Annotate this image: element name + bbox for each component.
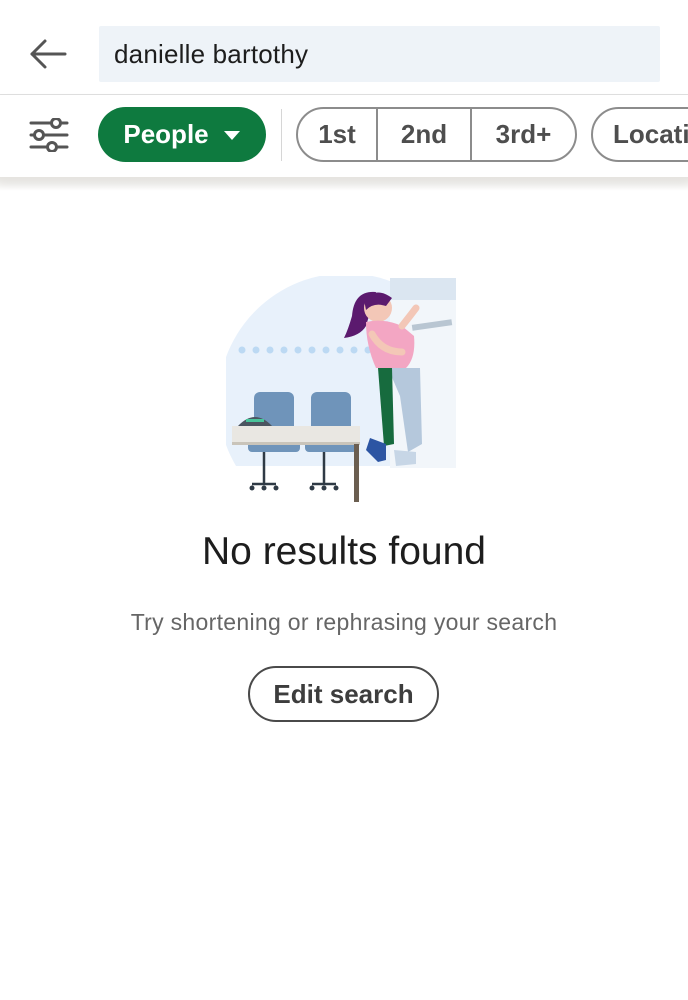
sliders-icon [29,117,69,153]
search-query-text: danielle bartothy [114,38,309,69]
filter-bar: People 1st 2nd 3rd+ Locati [0,95,688,177]
filter-1st-connections[interactable]: 1st [298,109,376,160]
empty-state-title: No results found [202,530,486,573]
arrow-left-icon [30,39,67,69]
filter-2nd-connections[interactable]: 2nd [376,109,470,160]
caret-down-icon [223,130,240,140]
connection-degree-filter: 1st 2nd 3rd+ [296,107,577,162]
empty-state-illustration [218,273,466,506]
edit-search-label: Edit search [273,678,414,709]
search-header: danielle bartothy [0,0,688,95]
people-filter-pill[interactable]: People [98,107,266,162]
filter-divider [281,109,282,161]
locations-filter-pill[interactable]: Locati [591,107,688,162]
empty-state-subtitle: Try shortening or rephrasing your search [130,609,558,635]
back-button[interactable] [22,31,74,77]
people-filter-label: People [123,119,209,149]
edit-search-button[interactable]: Edit search [248,666,439,722]
all-filters-button[interactable] [28,117,70,153]
search-input[interactable]: danielle bartothy [99,26,660,82]
filter-bar-shadow [0,177,688,191]
filter-3rd-plus-connections[interactable]: 3rd+ [470,109,575,160]
locations-filter-label: Locati [613,119,688,149]
